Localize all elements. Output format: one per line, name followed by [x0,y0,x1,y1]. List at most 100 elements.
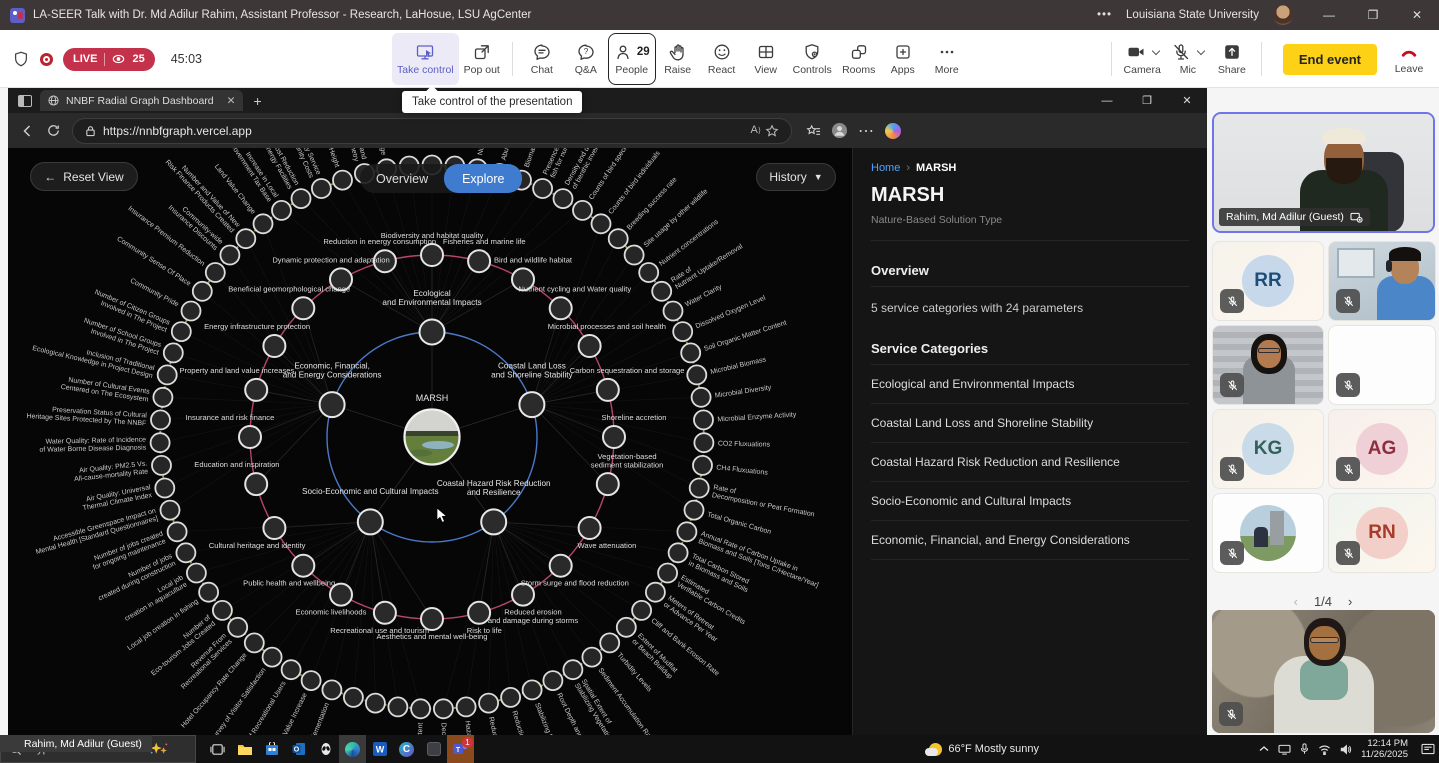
edge-icon[interactable] [339,735,366,763]
file-explorer-icon[interactable] [231,735,258,763]
participant-tile[interactable] [1328,241,1436,321]
tab-close-icon[interactable]: ✕ [227,95,236,107]
metric-node[interactable] [333,171,352,190]
back-icon[interactable] [14,123,40,139]
parameter-node[interactable] [579,335,601,357]
metric-node[interactable] [479,694,498,713]
parameter-node[interactable] [468,602,490,624]
metric-node[interactable] [182,302,201,321]
chevron-down-icon[interactable] [1151,46,1159,54]
controls-button[interactable]: Controls [788,33,837,85]
titlebar-more-icon[interactable]: ••• [1097,9,1112,21]
metric-node[interactable] [681,343,700,362]
metric-node[interactable] [411,699,430,718]
metric-node[interactable] [457,697,476,716]
copilot-icon[interactable] [885,123,901,139]
tray-display-icon[interactable] [1278,744,1291,755]
camera-button[interactable]: Camera [1119,33,1166,85]
collections-icon[interactable] [806,124,821,138]
parameter-node[interactable] [292,555,314,577]
participant-tile[interactable] [1212,325,1324,405]
browser-restore-button[interactable]: ❐ [1127,88,1167,113]
browser-close-button[interactable]: ✕ [1167,88,1207,113]
view-button[interactable]: View [744,33,788,85]
raise-button[interactable]: Raise [656,33,700,85]
parameter-node[interactable] [550,297,572,319]
next-page-icon[interactable]: › [1348,594,1352,609]
alienware-icon[interactable] [312,735,339,763]
metric-node[interactable] [292,189,311,208]
service-category-item[interactable]: Socio-Economic and Cultural Impacts [871,482,1189,521]
close-button[interactable]: ✕ [1395,0,1439,30]
category-node[interactable] [481,509,506,534]
metric-node[interactable] [254,214,273,233]
metric-node[interactable] [692,388,711,407]
parameter-node[interactable] [597,379,619,401]
canva-icon[interactable]: C [393,735,420,763]
metric-node[interactable] [664,302,683,321]
metric-node[interactable] [151,410,170,429]
metric-node[interactable] [366,694,385,713]
browser-more-icon[interactable]: ⋯ [858,121,875,141]
service-category-item[interactable]: Economic, Financial, and Energy Consider… [871,521,1189,560]
metric-node[interactable] [523,680,542,699]
share-button[interactable]: Share [1210,33,1254,85]
browser-minimize-button[interactable]: — [1087,88,1127,113]
metric-node[interactable] [673,322,692,341]
metric-node[interactable] [632,601,651,620]
metric-node[interactable] [646,583,665,602]
taskbar-clock[interactable]: 12:14 PM 11/26/2025 [1361,738,1408,760]
metric-node[interactable] [302,671,321,690]
metric-node[interactable] [677,522,696,541]
minimize-button[interactable]: — [1307,0,1351,30]
tray-mic-icon[interactable] [1300,743,1309,755]
more-button[interactable]: More [925,33,969,85]
breadcrumb-home-link[interactable]: Home [871,162,900,174]
metric-node[interactable] [694,410,713,429]
service-category-item[interactable]: Ecological and Environmental Impacts [871,365,1189,404]
parameter-node[interactable] [245,473,267,495]
chevron-down-icon[interactable] [1197,46,1205,54]
participant-tile[interactable] [1212,493,1324,573]
metric-node[interactable] [592,214,611,233]
tray-volume-icon[interactable] [1340,744,1352,755]
parameter-node[interactable] [263,517,285,539]
metric-node[interactable] [187,564,206,583]
parameter-node[interactable] [263,335,285,357]
user-avatar[interactable] [1273,5,1293,25]
metric-node[interactable] [533,179,552,198]
parameter-node[interactable] [374,602,396,624]
parameter-node[interactable] [597,473,619,495]
metric-node[interactable] [206,263,225,282]
qa-button[interactable]: ?Q&A [564,33,608,85]
metric-node[interactable] [152,456,171,475]
participant-tile-kg[interactable]: KG [1212,409,1324,489]
outlook-icon[interactable]: O [285,735,312,763]
metric-node[interactable] [690,479,709,498]
tray-network-icon[interactable] [1318,744,1331,755]
metric-node[interactable] [693,456,712,475]
reset-view-button[interactable]: ←Reset View [30,162,138,191]
explore-tab[interactable]: Explore [444,164,522,193]
radial-graph-canvas[interactable]: MARSHEcologicaland Environmental Impacts… [8,148,852,735]
parameter-node[interactable] [292,297,314,319]
metric-node[interactable] [153,388,172,407]
parameter-node[interactable] [245,379,267,401]
action-center-icon[interactable] [1421,743,1435,755]
prev-page-icon[interactable]: ‹ [1294,594,1298,609]
metric-node[interactable] [600,633,619,652]
radial-graph[interactable]: MARSHEcologicaland Environmental Impacts… [8,148,852,735]
metric-node[interactable] [694,433,713,452]
metric-node[interactable] [658,564,677,583]
metric-node[interactable] [687,365,706,384]
metric-node[interactable] [282,660,301,679]
new-tab-button[interactable]: + [253,93,261,109]
metric-node[interactable] [344,688,363,707]
leave-button[interactable]: Leave [1387,33,1431,85]
react-button[interactable]: React [700,33,744,85]
word-icon[interactable]: W [366,735,393,763]
metric-node[interactable] [228,618,247,637]
tab-actions-icon[interactable] [18,95,32,107]
metric-node[interactable] [617,618,636,637]
category-node[interactable] [358,509,383,534]
